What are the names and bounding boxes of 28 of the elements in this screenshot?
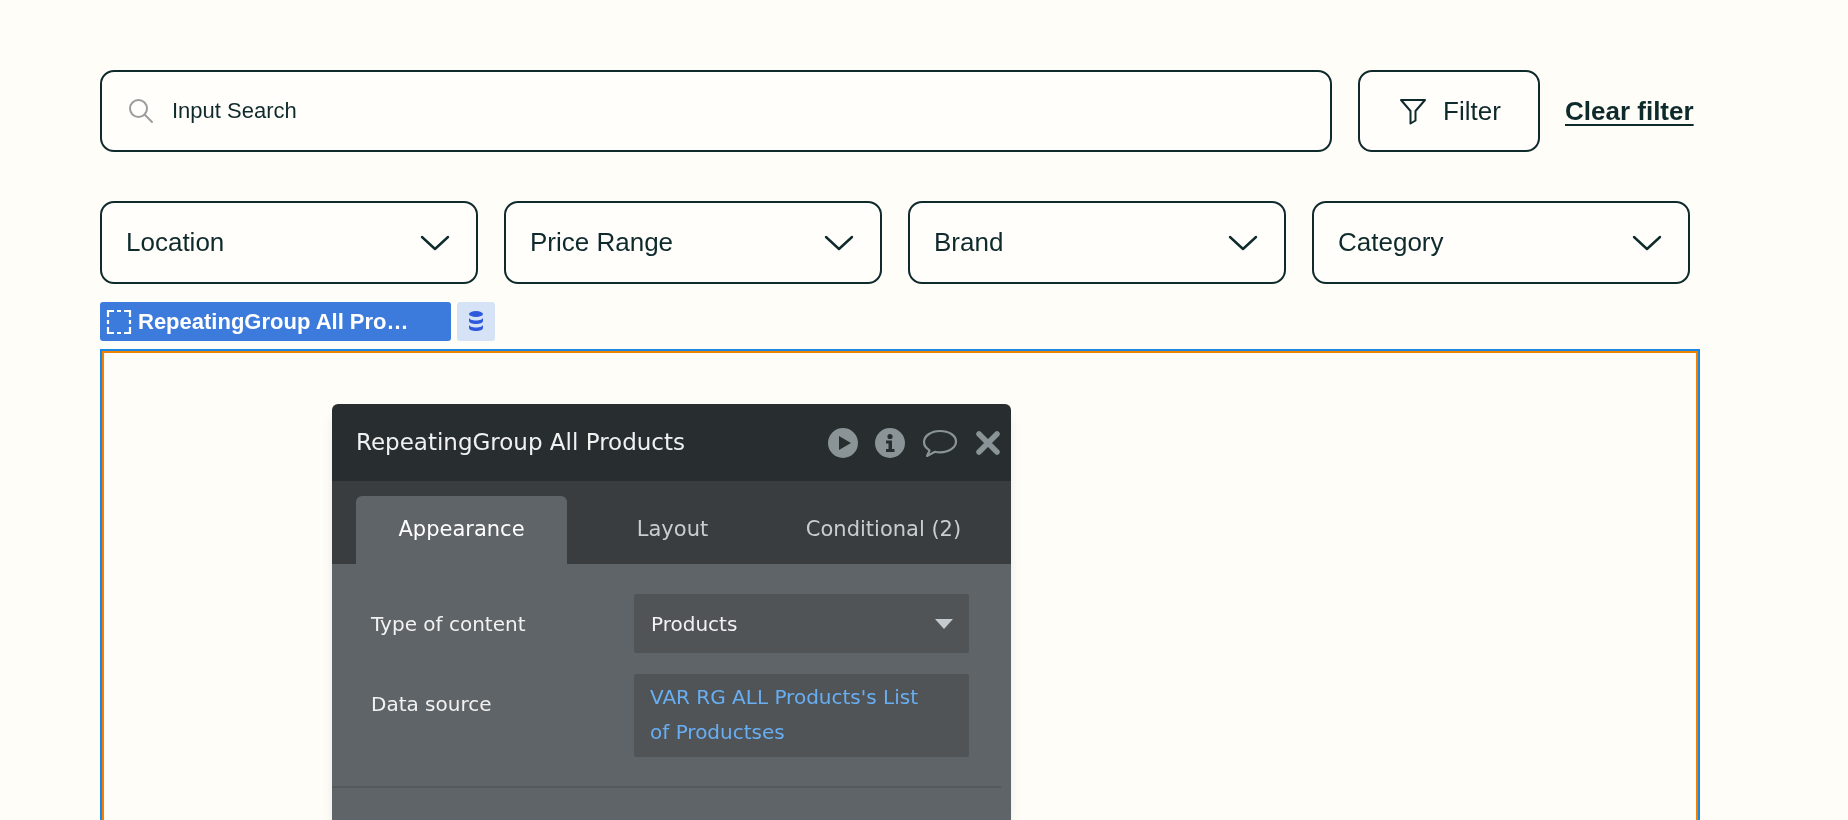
chevron-down-icon — [1632, 234, 1662, 251]
filter-dropdown[interactable]: Brand — [908, 201, 1286, 284]
field-label: Data source — [371, 691, 492, 718]
search-field[interactable]: Input Search — [100, 70, 1332, 152]
chevron-down-icon — [824, 234, 854, 251]
chevron-down-icon — [1228, 234, 1258, 251]
filter-button[interactable]: Filter — [1358, 70, 1540, 152]
panel-tab[interactable]: Conditional (2) — [778, 496, 989, 564]
filter-dropdown[interactable]: Price Range — [504, 201, 882, 284]
field-label: Type of content — [371, 611, 526, 638]
panel-tab[interactable]: Layout — [567, 496, 778, 564]
panel-tab[interactable]: Appearance — [356, 496, 567, 564]
close-icon[interactable] — [975, 429, 1001, 456]
content-type-dropdown[interactable]: Products — [634, 594, 969, 653]
element-tag[interactable]: RepeatingGroup All Pro… — [100, 302, 451, 341]
play-icon[interactable] — [828, 427, 858, 458]
info-icon[interactable] — [875, 427, 905, 458]
caret-down-icon — [935, 618, 953, 629]
panel-title: RepeatingGroup All Products — [356, 428, 685, 458]
search-icon — [127, 97, 155, 125]
element-name: RepeatingGroup All Pro… — [138, 308, 409, 336]
selection-frame-icon — [106, 308, 132, 335]
chevron-down-icon — [420, 234, 450, 251]
filter-dropdown[interactable]: Location — [100, 201, 478, 284]
database-icon[interactable] — [457, 302, 495, 341]
speech-bubble-icon[interactable] — [922, 427, 958, 458]
clear-filter-link[interactable]: Clear filter — [1565, 91, 1694, 131]
filter-dropdown[interactable]: Category — [1312, 201, 1690, 284]
